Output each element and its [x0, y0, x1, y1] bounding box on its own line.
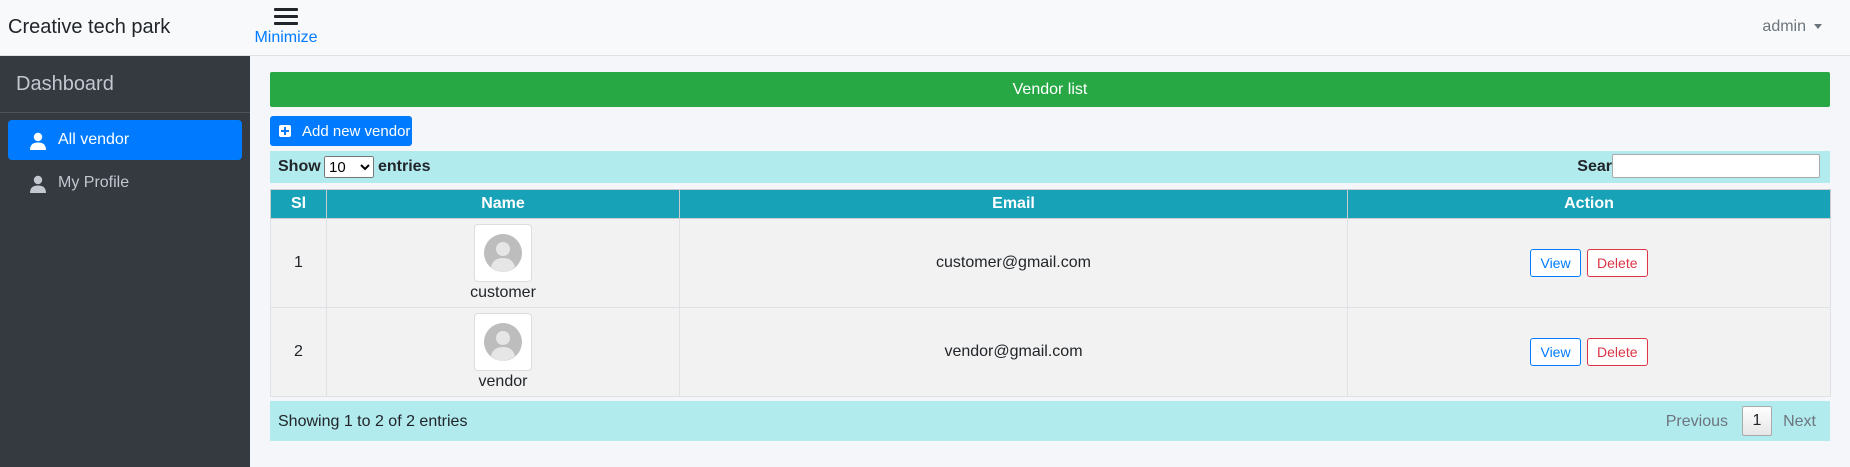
next-page-button[interactable]: Next — [1783, 413, 1816, 431]
hamburger-icon — [274, 8, 298, 25]
entries-label: entries — [378, 158, 431, 175]
page-banner: Vendor list — [270, 72, 1830, 107]
entries-select[interactable]: 10 — [324, 156, 374, 178]
cell-sl: 1 — [270, 218, 327, 308]
table-row: 2 vendor vendor@gmail.com View Delete — [270, 307, 1831, 397]
delete-button[interactable]: Delete — [1587, 338, 1648, 366]
brand-title: Creative tech park — [8, 16, 171, 38]
avatar — [474, 313, 532, 371]
table-footer: Showing 1 to 2 of 2 entries Previous 1 N… — [270, 401, 1830, 441]
table-header-row: Sl Name Email Action — [270, 189, 1831, 219]
column-header-email[interactable]: Email — [679, 189, 1348, 219]
view-button[interactable]: View — [1530, 249, 1581, 277]
sidebar-item-label: All vendor — [58, 131, 130, 148]
cell-email: customer@gmail.com — [679, 218, 1348, 308]
sidebar: Dashboard All vendor My Profile — [0, 56, 250, 467]
sidebar-title[interactable]: Dashboard — [0, 56, 250, 113]
table-row: 1 customer customer@gmail.com View Delet… — [270, 218, 1831, 308]
avatar-placeholder-icon — [484, 323, 522, 361]
table-controls: Show 10 entries Search: — [270, 151, 1830, 183]
vendor-name: vendor — [478, 373, 528, 390]
minimize-toggle[interactable]: Minimize — [250, 4, 322, 52]
view-button[interactable]: View — [1530, 338, 1581, 366]
plus-square-icon — [279, 125, 291, 137]
sidebar-item-all-vendor[interactable]: All vendor — [8, 120, 242, 160]
user-icon — [30, 175, 46, 193]
minimize-label: Minimize — [254, 29, 318, 46]
previous-page-button[interactable]: Previous — [1666, 413, 1728, 431]
sidebar-item-my-profile[interactable]: My Profile — [8, 163, 242, 203]
cell-action: View Delete — [1347, 307, 1831, 397]
search-input[interactable] — [1612, 154, 1820, 178]
cell-email: vendor@gmail.com — [679, 307, 1348, 397]
cell-action: View Delete — [1347, 218, 1831, 308]
avatar — [474, 224, 532, 282]
cell-sl: 2 — [270, 307, 327, 397]
vendor-table: Sl Name Email Action 1 customer customer… — [270, 189, 1831, 397]
user-name: admin — [1762, 18, 1806, 35]
entries-info: Showing 1 to 2 of 2 entries — [278, 413, 468, 430]
user-icon — [30, 132, 46, 150]
caret-down-icon — [1814, 24, 1822, 30]
delete-button[interactable]: Delete — [1587, 249, 1648, 277]
cell-name: customer — [326, 218, 680, 308]
column-header-action[interactable]: Action — [1347, 189, 1831, 219]
avatar-placeholder-icon — [484, 234, 522, 272]
column-header-name[interactable]: Name — [326, 189, 680, 219]
cell-name: vendor — [326, 307, 680, 397]
page-1-button[interactable]: 1 — [1742, 406, 1772, 436]
top-navbar: Creative tech park Minimize admin — [0, 0, 1850, 56]
sidebar-item-label: My Profile — [58, 174, 130, 191]
column-header-sl[interactable]: Sl — [270, 189, 327, 219]
add-vendor-button[interactable]: Add new vendor — [270, 116, 412, 146]
user-dropdown[interactable]: admin — [1762, 18, 1822, 36]
vendor-name: customer — [470, 284, 536, 301]
add-vendor-label: Add new vendor — [302, 123, 411, 140]
show-label: Show — [278, 158, 321, 175]
